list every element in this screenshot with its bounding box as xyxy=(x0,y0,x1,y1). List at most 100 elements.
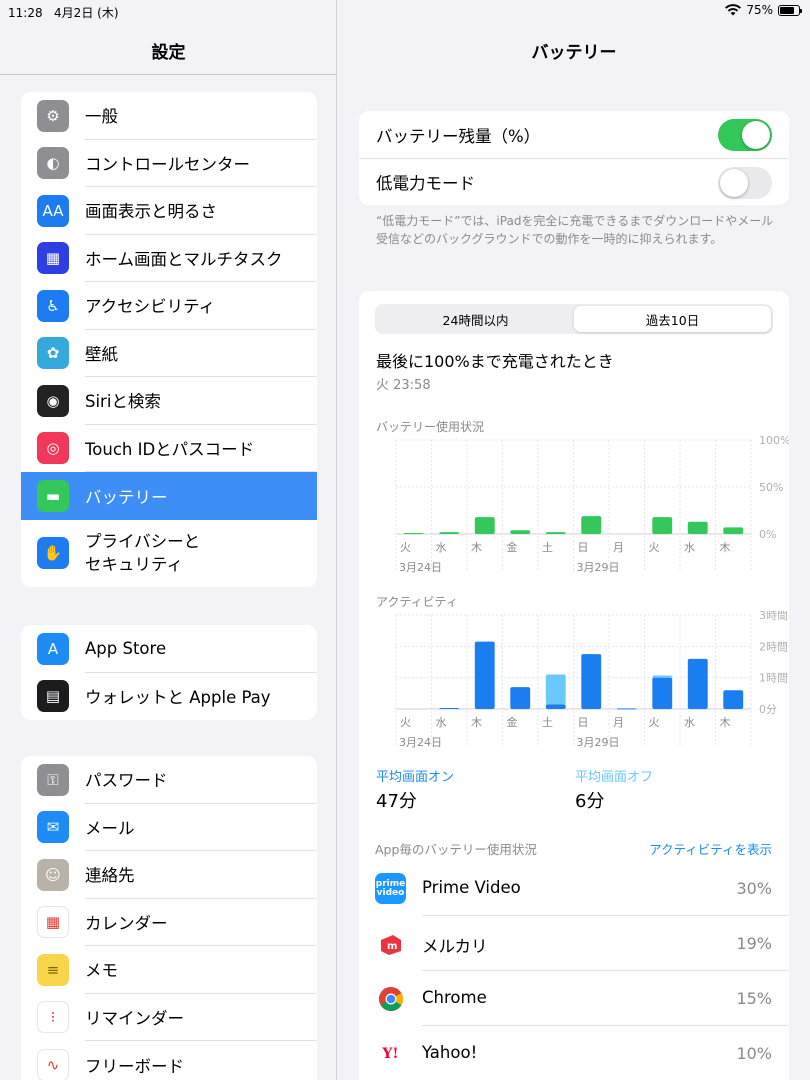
settings-group-system: ⚙ 一般 ◐ コントロールセンター AA 画面表示と明るさ ▦ ホーム画面とマルチタスク ♿ アク… xyxy=(21,92,317,587)
sidebar-item-key[interactable]: ⚿ パスワード xyxy=(21,756,317,804)
y-tick-label: 2時間 xyxy=(759,640,788,653)
battery-toggles-card: バッテリー残量（%） 低電力モード xyxy=(359,111,789,205)
activity-chart: 3時間 2時間 1時間 0分火 水 木 金 土 日 月 火 水 木 3月24日 3月29日 xyxy=(395,611,788,749)
sidebar-item-control-center[interactable]: ◐ コントロールセンター xyxy=(21,140,317,187)
sidebar-item-label: Touch IDとパスコード xyxy=(85,425,317,472)
show-activity-link[interactable]: アクティビティを表示 xyxy=(649,839,772,858)
sidebar-item-wallet[interactable]: ▤ ウォレットと Apple Pay xyxy=(21,673,317,721)
y-tick-label: 1時間 xyxy=(759,672,788,685)
sidebar-item-label: コントロールセンター xyxy=(85,140,317,187)
control-center-icon: ◐ xyxy=(37,147,69,180)
mercari-icon: m xyxy=(375,928,406,959)
sidebar-item-gear[interactable]: ⚙ 一般 xyxy=(21,92,317,140)
status-time: 11:28 4月2日 (木) xyxy=(8,6,119,20)
sidebar-item-freeform[interactable]: ∿ フリーボード xyxy=(21,1041,317,1080)
app-row-chrome[interactable]: Chrome 15% xyxy=(359,971,789,1026)
reminders-icon: ⁝ xyxy=(37,1001,69,1034)
sidebar-item-display[interactable]: AA 画面表示と明るさ xyxy=(21,187,317,235)
bar xyxy=(652,677,673,709)
sidebar-item-privacy-hand[interactable]: ✋ プライバシーと セキュリティ xyxy=(21,520,317,587)
avg-screen-off-value: 6分 xyxy=(575,791,605,812)
x-tick-label: 金 xyxy=(507,540,518,554)
sidebar-item-notes[interactable]: ≡ メモ xyxy=(21,946,317,994)
battery-icon: ▬ xyxy=(37,479,69,512)
app-percent: 10% xyxy=(736,1044,772,1063)
x-tick-label: 木 xyxy=(471,541,482,554)
x-tick-label: 水 xyxy=(684,541,695,554)
wifi-icon xyxy=(725,4,742,16)
sidebar-item-label: フリーボード xyxy=(85,1056,184,1076)
key-icon: ⚿ xyxy=(37,763,69,796)
x-tick-label: 火 xyxy=(649,541,660,554)
sidebar-item-wallpaper[interactable]: ✿ 壁紙 xyxy=(21,330,317,377)
sidebar-item-reminders[interactable]: ⁝ リマインダー xyxy=(21,994,317,1041)
segment-24h[interactable]: 24時間以内 xyxy=(377,306,574,332)
sidebar-item-siri[interactable]: ◉ Siriと検索 xyxy=(21,377,317,425)
x-tick-label: 日 xyxy=(578,716,589,729)
privacy-hand-icon: ✋ xyxy=(37,537,69,569)
calendar-icon: ▦ xyxy=(37,906,69,939)
battery-percentage-toggle[interactable] xyxy=(718,119,772,151)
sidebar-item-contacts[interactable]: ☺ 連絡先 xyxy=(21,851,317,899)
home-screen-icon: ▦ xyxy=(37,242,69,275)
sidebar-item-mail[interactable]: ✉ メール xyxy=(21,804,317,851)
app-name: メルカリ xyxy=(422,937,488,956)
y-tick-label: 0% xyxy=(759,528,776,541)
last-charged-time: 火 23:58 xyxy=(376,378,431,393)
battery-detail-pane: バッテリー バッテリー残量（%） 低電力モード “低電力モード”では、iPadを… xyxy=(338,0,810,1080)
sidebar-item-label: プライバシーと セキュリティ xyxy=(85,532,201,574)
y-tick-label: 100% xyxy=(759,436,789,447)
x-tick-label: 火 xyxy=(649,716,660,729)
x-tick-label: 月 xyxy=(613,716,624,729)
sidebar-item-label: メール xyxy=(85,804,317,851)
sidebar-item-label: ウォレットと Apple Pay xyxy=(85,688,271,708)
chrome-icon xyxy=(375,983,406,1014)
usage-chart-title: バッテリー使用状況 xyxy=(376,420,485,434)
sidebar-item-label: カレンダー xyxy=(85,899,317,946)
low-power-mode-toggle[interactable] xyxy=(718,167,772,199)
sidebar-item-label: 一般 xyxy=(85,92,317,140)
yahoo-icon: Y! xyxy=(375,1038,406,1069)
sidebar-item-app-store[interactable]: A App Store xyxy=(21,625,317,673)
battery-percent: 75% xyxy=(746,3,773,17)
sidebar-item-accessibility[interactable]: ♿ アクセシビリティ xyxy=(21,282,317,330)
segment-10days[interactable]: 過去10日 xyxy=(574,306,771,332)
x-tick-label: 木 xyxy=(720,541,731,554)
sidebar-item-fingerprint[interactable]: ◎ Touch IDとパスコード xyxy=(21,425,317,472)
app-name: Prime Video xyxy=(422,878,521,897)
sidebar-item-home-screen[interactable]: ▦ ホーム画面とマルチタスク xyxy=(21,235,317,282)
low-power-mode-label: 低電力モード xyxy=(376,174,475,193)
sidebar-divider xyxy=(0,74,336,75)
settings-group-store: A App Store ▤ ウォレットと Apple Pay xyxy=(21,625,317,720)
app-row-yahoo[interactable]: Y! Yahoo! 10% xyxy=(359,1026,789,1080)
app-row-prime-video[interactable]: prime video Prime Video 30% xyxy=(359,861,789,916)
bar xyxy=(652,675,673,678)
wallpaper-icon: ✿ xyxy=(37,337,69,370)
sidebar-title: 設定 xyxy=(151,43,186,63)
period-segmented-control: 24時間以内 過去10日 xyxy=(375,304,773,334)
status-battery-icon xyxy=(778,4,802,16)
battery-usage-card: 24時間以内 過去10日 最後に100%まで充電されたとき 火 23:58 バッ… xyxy=(359,291,789,1080)
x-tick-label: 月 xyxy=(613,541,624,554)
bar xyxy=(545,532,566,534)
accessibility-icon: ♿ xyxy=(37,289,69,322)
avg-screen-on-label: 平均画面オン xyxy=(376,770,455,785)
activity-chart-title: アクティビティ xyxy=(376,595,458,609)
sidebar-item-battery[interactable]: ▬ バッテリー xyxy=(21,472,317,520)
bar xyxy=(545,674,566,705)
toggle-knob xyxy=(742,121,770,149)
sidebar-item-calendar[interactable]: ▦ カレンダー xyxy=(21,899,317,946)
settings-sidebar: 設定 ⚙ 一般 ◐ コントロールセンター AA 画面表示と明るさ ▦ ホーム画面とマルチタスク… xyxy=(0,0,337,1080)
low-power-mode-row: 低電力モード xyxy=(359,158,789,205)
app-row-mercari[interactable]: m メルカリ 19% xyxy=(359,916,789,971)
sidebar-item-label: パスワード xyxy=(85,756,317,804)
x-tick-label: 火 xyxy=(400,716,411,729)
bar xyxy=(687,658,708,709)
bar xyxy=(723,690,744,709)
gear-icon: ⚙ xyxy=(37,99,69,132)
app-percent: 15% xyxy=(736,989,772,1008)
fingerprint-icon: ◎ xyxy=(37,432,69,465)
sidebar-item-label: Siriと検索 xyxy=(85,377,317,425)
app-usage-section-title: App毎のバッテリー使用状況 xyxy=(375,842,537,857)
bar xyxy=(439,708,460,710)
